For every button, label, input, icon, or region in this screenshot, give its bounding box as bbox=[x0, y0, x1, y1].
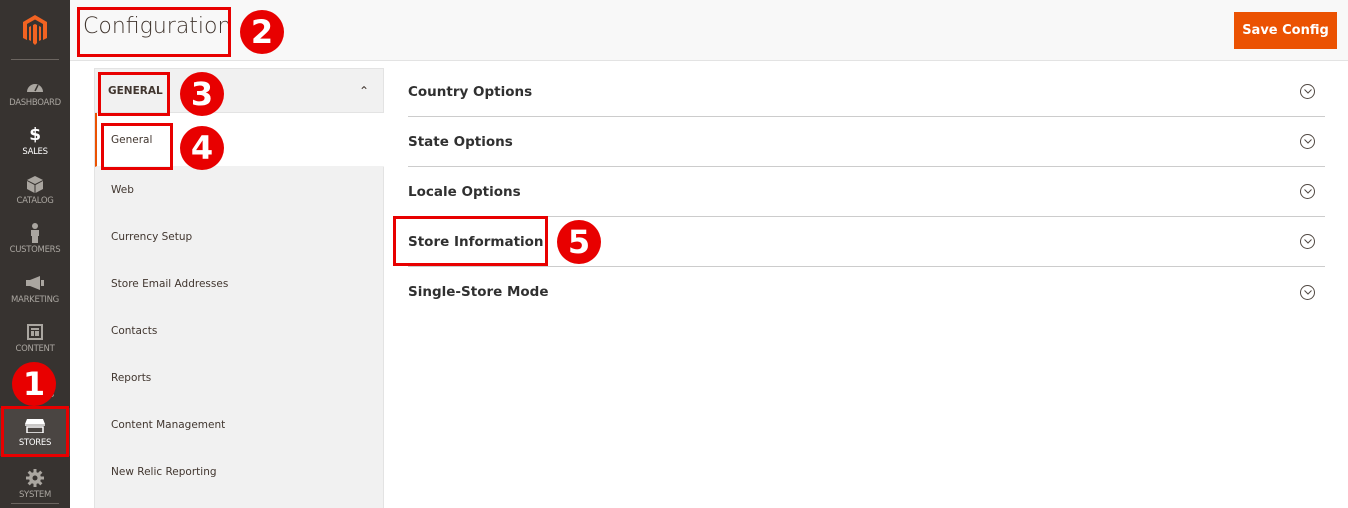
config-tabs: GENERAL ⌃ General Web Currency Setup Sto… bbox=[94, 68, 384, 508]
section-single-store-mode[interactable]: Single-Store Mode bbox=[408, 267, 1325, 317]
section-label: State Options bbox=[408, 133, 513, 150]
tab-store-email-addresses[interactable]: Store Email Addresses bbox=[95, 261, 383, 308]
megaphone-icon bbox=[26, 273, 44, 293]
layout-icon bbox=[27, 322, 43, 342]
nav-catalog-label: CATALOG bbox=[16, 196, 54, 206]
nav-system-label: SYSTEM bbox=[18, 490, 52, 500]
section-store-information[interactable]: Store Information bbox=[408, 217, 1325, 267]
annotation-badge-5: 5 bbox=[557, 220, 601, 264]
chevron-down-icon bbox=[1300, 284, 1315, 300]
box-icon bbox=[27, 174, 43, 194]
tab-contacts[interactable]: Contacts bbox=[95, 308, 383, 355]
section-country-options[interactable]: Country Options bbox=[408, 67, 1325, 117]
section-label: Store Information bbox=[408, 233, 544, 250]
section-locale-options[interactable]: Locale Options bbox=[408, 167, 1325, 217]
tab-web[interactable]: Web bbox=[95, 167, 383, 214]
annotation-badge-2: 2 bbox=[240, 10, 284, 54]
nav-stores[interactable]: STORES bbox=[0, 408, 70, 456]
sidebar-bottom-divider bbox=[11, 503, 59, 504]
chevron-down-icon bbox=[1300, 234, 1315, 249]
magento-logo[interactable] bbox=[0, 0, 70, 60]
save-config-button[interactable]: Save Config bbox=[1234, 12, 1337, 49]
tab-content-management[interactable]: Content Management bbox=[95, 402, 383, 449]
nav-catalog[interactable]: CATALOG bbox=[0, 166, 70, 214]
tab-group-label: GENERAL bbox=[108, 84, 163, 97]
nav-sales[interactable]: $ SALES bbox=[0, 117, 70, 165]
page-title: Configuration bbox=[83, 14, 232, 39]
tab-currency-setup[interactable]: Currency Setup bbox=[95, 214, 383, 261]
annotation-badge-1: 1 bbox=[12, 362, 56, 406]
dashboard-icon bbox=[26, 76, 44, 96]
chevron-down-icon bbox=[1300, 84, 1315, 99]
admin-sidebar: DASHBOARD $ SALES CATALOG CUSTOMERS MARK… bbox=[0, 0, 70, 508]
nav-dashboard-label: DASHBOARD bbox=[9, 98, 61, 108]
tab-general[interactable]: General bbox=[95, 113, 384, 167]
section-label: Single-Store Mode bbox=[408, 284, 549, 300]
nav-marketing[interactable]: MARKETING bbox=[0, 265, 70, 313]
nav-content-label: CONTENT bbox=[15, 344, 55, 354]
nav-customers-label: CUSTOMERS bbox=[9, 245, 61, 255]
store-icon bbox=[25, 416, 45, 436]
section-state-options[interactable]: State Options bbox=[408, 117, 1325, 167]
magento-logo-icon bbox=[23, 15, 47, 45]
section-label: Country Options bbox=[408, 83, 533, 100]
logo-divider bbox=[11, 59, 59, 60]
tab-new-relic-reporting[interactable]: New Relic Reporting bbox=[95, 449, 383, 496]
nav-system[interactable]: SYSTEM bbox=[0, 460, 70, 508]
nav-marketing-label: MARKETING bbox=[11, 295, 59, 305]
chevron-down-icon bbox=[1300, 184, 1315, 199]
nav-stores-label: STORES bbox=[18, 438, 52, 448]
tab-reports[interactable]: Reports bbox=[95, 355, 383, 402]
gear-icon bbox=[26, 468, 44, 488]
person-icon bbox=[30, 223, 40, 243]
nav-sales-label: SALES bbox=[22, 147, 48, 157]
config-sections: Country Options State Options Locale Opt… bbox=[408, 67, 1325, 317]
chevron-down-icon bbox=[1300, 134, 1315, 149]
dollar-icon: $ bbox=[29, 125, 41, 145]
nav-customers[interactable]: CUSTOMERS bbox=[0, 215, 70, 263]
section-label: Locale Options bbox=[408, 183, 521, 200]
tab-group-general[interactable]: GENERAL ⌃ bbox=[95, 69, 383, 113]
nav-content[interactable]: CONTENT bbox=[0, 314, 70, 362]
annotation-badge-4: 4 bbox=[180, 126, 224, 170]
annotation-badge-3: 3 bbox=[180, 72, 224, 116]
nav-dashboard[interactable]: DASHBOARD bbox=[0, 68, 70, 116]
chevron-up-icon: ⌃ bbox=[358, 83, 369, 98]
